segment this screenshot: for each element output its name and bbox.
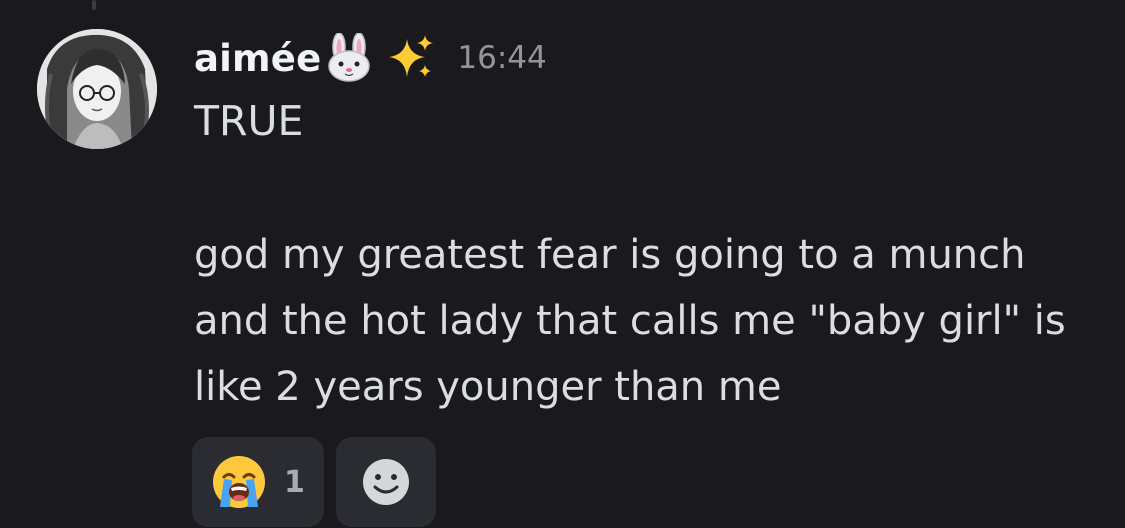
username[interactable]: aimée xyxy=(194,37,321,80)
avatar[interactable] xyxy=(37,29,157,149)
add-reaction-button[interactable] xyxy=(336,437,436,527)
loudly-crying-face-icon xyxy=(210,453,268,511)
message-text-line: god my greatest fear is going to a munch xyxy=(194,232,1026,278)
add-reaction-smiley-icon xyxy=(361,457,411,507)
timestamp[interactable]: 16:44 xyxy=(457,40,546,76)
message-paragraph: god my greatest fear is going to a munch… xyxy=(194,222,1114,420)
message-text-line: and the hot lady that calls me "baby gir… xyxy=(194,298,1066,344)
avatar-illustration xyxy=(37,29,157,149)
reaction-loudly-crying[interactable]: 1 xyxy=(192,437,324,527)
message-text-line: like 2 years younger than me xyxy=(194,364,782,410)
message-text-line: TRUE xyxy=(194,97,304,145)
chat-message: aimée 16:44 TRUE god my greatest fear is… xyxy=(0,0,1125,528)
reaction-count: 1 xyxy=(284,464,305,500)
message-header: aimée 16:44 xyxy=(194,28,547,88)
reactions-bar: 1 xyxy=(192,437,436,527)
sparkles-icon xyxy=(385,33,435,83)
rabbit-face-icon xyxy=(323,32,375,83)
